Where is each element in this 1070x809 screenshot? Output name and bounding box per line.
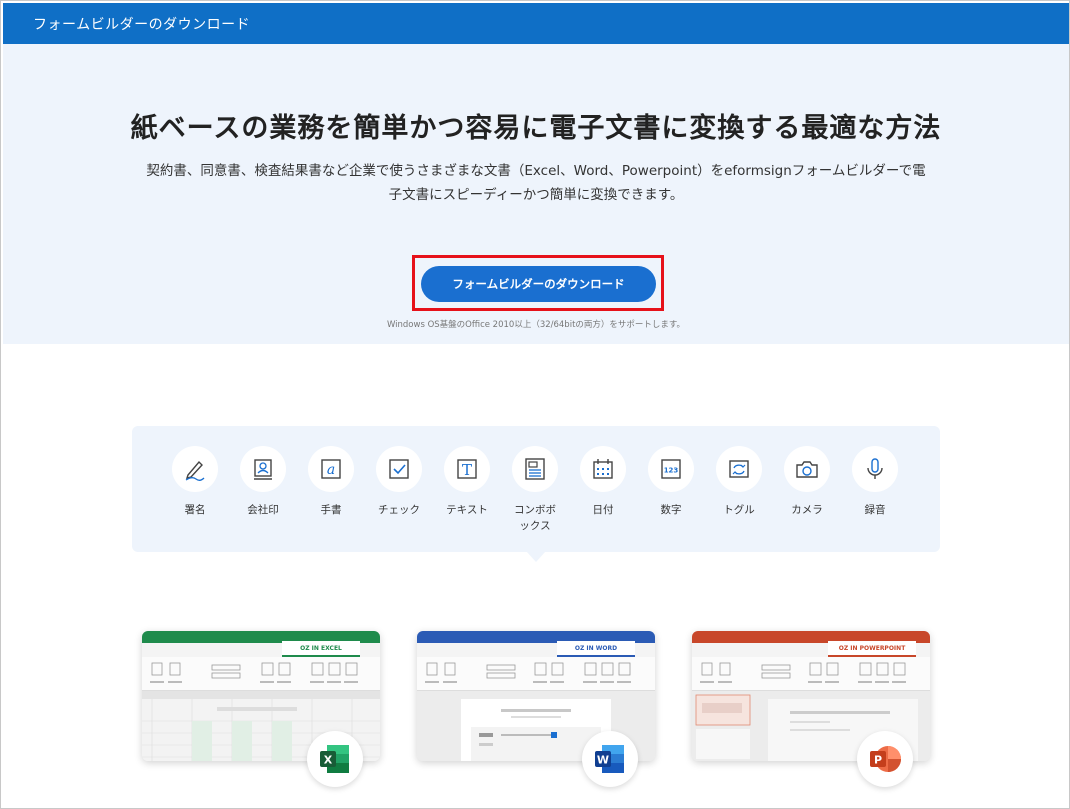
calendar-icon <box>580 446 626 492</box>
word-toolbar <box>417 657 655 691</box>
hero-description-line-2: 子文書にスピーディーかつ簡単に変換できます。 <box>388 187 684 203</box>
tool-label: 手書 <box>320 504 342 516</box>
word-letter: W <box>597 754 609 767</box>
tool-label: カメラ <box>791 504 823 516</box>
tool-signature: 署名 <box>161 446 229 518</box>
field-tools-panel: 署名 会社印 a 手書 チェック T テキスト コンボボ ックス 日付 123 … <box>132 426 940 552</box>
word-tab: OZ IN WORD <box>557 641 635 657</box>
powerpoint-letter: P <box>874 754 882 767</box>
tool-combobox: コンボボ ックス <box>501 446 569 534</box>
page-header-title: フォームビルダーのダウンロード <box>33 17 251 33</box>
download-form-builder-button[interactable]: フォームビルダーのダウンロード <box>421 266 656 302</box>
tool-company-stamp: 会社印 <box>229 446 297 518</box>
checkbox-icon <box>376 446 422 492</box>
support-note: Windows OS基盤のOffice 2010以上（32/64bitの両方）を… <box>386 320 686 330</box>
signature-icon <box>172 446 218 492</box>
top-bar: フォームビルダーのダウンロード <box>3 3 1069 44</box>
tool-label: チェック <box>378 504 420 516</box>
tool-label: 日付 <box>592 504 614 516</box>
hero-description: 契約書、同意書、検査結果書など企業で使うさまざまな文書（Excel、Word、P… <box>121 159 951 207</box>
combobox-icon <box>512 446 558 492</box>
powerpoint-toolbar <box>692 657 930 691</box>
svg-text:T: T <box>462 461 472 479</box>
tool-text: T テキスト <box>433 446 501 518</box>
excel-app-icon: X <box>307 731 363 787</box>
text-icon: T <box>444 446 490 492</box>
powerpoint-app-icon: P <box>857 731 913 787</box>
tool-number: 123 数字 <box>637 446 705 518</box>
tool-camera: カメラ <box>773 446 841 518</box>
tool-label: テキスト <box>446 504 488 516</box>
tool-label: 録音 <box>864 504 886 516</box>
tool-label: 署名 <box>184 504 206 516</box>
tool-label: コンボボ ックス <box>514 504 556 532</box>
hero-description-line-1: 契約書、同意書、検査結果書など企業で使うさまざまな文書（Excel、Word、P… <box>146 163 926 179</box>
tool-checkbox: チェック <box>365 446 433 518</box>
tool-handwriting: a 手書 <box>297 446 365 518</box>
tool-label: 数字 <box>660 504 682 516</box>
number-icon: 123 <box>648 446 694 492</box>
svg-text:a: a <box>327 462 335 478</box>
tool-label: 会社印 <box>247 504 279 516</box>
tool-toggle: トグル <box>705 446 773 518</box>
toggle-icon <box>716 446 762 492</box>
tool-date: 日付 <box>569 446 637 518</box>
tool-label: トグル <box>723 504 755 516</box>
tool-recording: 録音 <box>841 446 909 518</box>
svg-text:123: 123 <box>664 467 679 475</box>
hero-title: 紙ベースの業務を簡単かつ容易に電子文書に変換する最適な方法 <box>130 113 942 144</box>
powerpoint-tab: OZ IN POWERPOINT <box>828 641 916 657</box>
handwriting-icon: a <box>308 446 354 492</box>
page-frame: フォームビルダーのダウンロード 紙ベースの業務を簡単かつ容易に電子文書に変換する… <box>0 0 1070 809</box>
word-app-icon: W <box>582 731 638 787</box>
excel-toolbar <box>142 657 380 691</box>
camera-icon <box>784 446 830 492</box>
excel-letter: X <box>324 754 333 767</box>
tools-panel-pointer <box>527 552 545 562</box>
company-stamp-icon <box>240 446 286 492</box>
excel-tab: OZ IN EXCEL <box>282 641 360 657</box>
hero-section: 紙ベースの業務を簡単かつ容易に電子文書に変換する最適な方法 契約書、同意書、検査… <box>3 44 1069 344</box>
microphone-icon <box>852 446 898 492</box>
